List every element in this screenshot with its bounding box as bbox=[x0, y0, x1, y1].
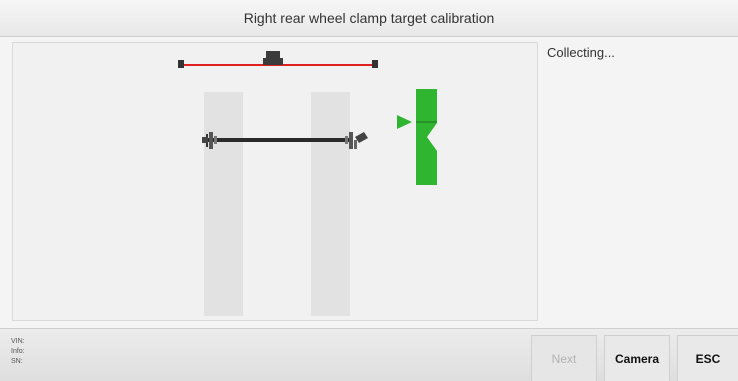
camera-beam-assembly bbox=[178, 51, 378, 68]
device-info: VIN: Info: SN: bbox=[11, 337, 25, 367]
bottom-bar: VIN: Info: SN: Next Camera ESC bbox=[0, 328, 738, 381]
status-text: Collecting... bbox=[547, 45, 615, 60]
target-position-indicator bbox=[397, 89, 437, 185]
esc-button[interactable]: ESC bbox=[677, 335, 738, 381]
title-bar: Right rear wheel clamp target calibratio… bbox=[0, 0, 738, 37]
page-title: Right rear wheel clamp target calibratio… bbox=[243, 10, 495, 26]
info-label: Info: bbox=[11, 348, 25, 355]
calibration-screen: Right rear wheel clamp target calibratio… bbox=[0, 0, 738, 381]
pointer-arrow-icon bbox=[397, 115, 412, 129]
right-wheel-clamp-icon bbox=[349, 132, 353, 149]
target-zone-icon bbox=[416, 89, 437, 185]
calibration-scene bbox=[178, 51, 437, 316]
left-camera-icon bbox=[178, 60, 184, 68]
right-camera-icon bbox=[372, 60, 378, 68]
left-lift-lane bbox=[204, 92, 243, 316]
sn-label: SN: bbox=[11, 358, 23, 365]
right-lift-lane bbox=[311, 92, 350, 316]
next-button[interactable]: Next bbox=[531, 335, 597, 381]
vin-label: VIN: bbox=[11, 338, 25, 345]
left-wheel-clamp-icon bbox=[209, 132, 213, 149]
calibration-view bbox=[12, 42, 538, 321]
camera-button[interactable]: Camera bbox=[604, 335, 670, 381]
status-panel: Collecting... bbox=[540, 42, 730, 321]
center-camera-icon bbox=[263, 51, 283, 65]
